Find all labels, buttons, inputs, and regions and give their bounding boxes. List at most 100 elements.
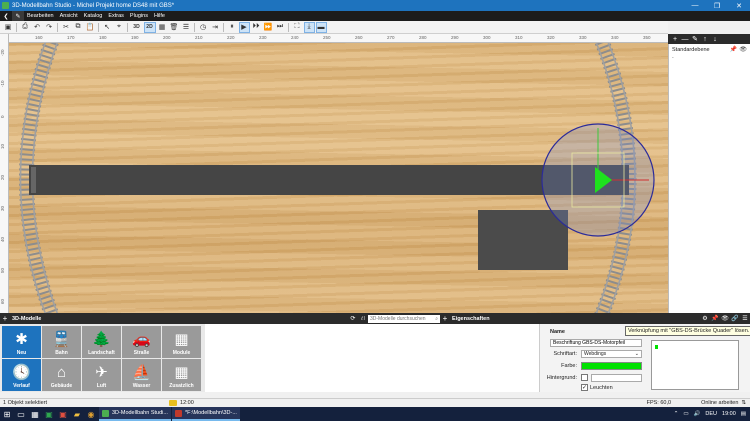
pin-icon[interactable]: 📌 [730,46,737,53]
folder-icon[interactable]: ▰ [70,407,84,421]
layers-icon[interactable]: ☰ [181,22,192,33]
input-language[interactable]: DEU [705,411,717,417]
color-label: Farbe: [561,363,577,369]
track-icon[interactable]: ▬ [315,21,327,33]
name-input[interactable] [550,339,642,347]
link-icon[interactable]: 🔗 [730,315,740,322]
menu-katalog[interactable]: Katalog [81,13,106,19]
category-zusatzlich[interactable]: ▦ Zusatzlich [162,359,201,391]
track-plan [19,43,655,313]
dock-header: + 3D-Modelle ⟳ ⛙ 3D-Modelle durchsuchen … [0,313,750,324]
category-luft[interactable]: ✈ Luft [82,359,121,391]
pause-icon[interactable]: ⏸ [227,22,238,33]
block-object[interactable] [478,210,568,270]
menu-extras[interactable]: Extras [105,13,127,19]
back-arrow-icon[interactable]: ❮ [0,11,12,21]
model-library-list[interactable] [205,324,539,392]
view-3d-button[interactable]: 3D [131,22,143,33]
cut-icon[interactable]: ✂ [61,22,72,33]
background-color-input[interactable] [591,374,642,382]
title-bar: 3D-Modellbahn Studio - Michel Projekt ho… [0,0,750,11]
play-icon[interactable]: ▶ [238,21,250,33]
ruler-top-label: 260 [355,35,363,40]
eye-icon[interactable]: 👁 [720,315,730,322]
category-verlauf[interactable]: 🕓 Verlauf [2,359,41,391]
remove-layer-icon[interactable]: — [680,36,690,43]
category-strasse[interactable]: 🚗 Straße [122,326,161,358]
task-modellbahn-folder[interactable]: *F:\Modellbahn\3D-... [171,407,240,421]
layer-row[interactable]: Standardebene 📌 👁 [672,46,747,54]
selection-gizmo[interactable] [541,123,655,237]
view-2d-button[interactable]: 2D [143,21,156,33]
chrome-icon[interactable]: ◉ [84,407,98,421]
notifications-icon[interactable]: ▤ [741,411,746,417]
add-layer-icon[interactable]: + [670,36,680,43]
category-gebaeude[interactable]: ⌂ Gebäude [42,359,81,391]
time-arrow-icon[interactable]: ⇥ [210,22,221,33]
cursor-icon[interactable]: ⌖ [114,22,125,33]
print-icon[interactable]: ⎙ [20,22,31,33]
trash-icon[interactable]: 🗑 [169,22,180,33]
add-icon[interactable]: + [0,314,10,323]
font-select[interactable]: Webdings ⌄ [581,350,642,358]
ruler-top-label: 200 [163,35,171,40]
models-search-input[interactable]: 3D-Modelle durchsuchen ⌕ [368,314,440,323]
minimize-button[interactable]: — [684,0,706,11]
move-down-icon[interactable]: ↓ [710,36,720,43]
clock-icon[interactable]: ◷ [198,22,209,33]
menu-plugins[interactable]: Plugins [127,13,151,19]
windows-start-icon[interactable]: ⊞ [0,407,14,421]
category-landschaft[interactable]: 🌲 Landschaft [82,326,121,358]
taskbar-clock[interactable]: 19:00 [722,411,736,417]
task-view-icon[interactable]: ▭ [14,407,28,421]
network-icon[interactable]: ▭ [683,411,688,417]
photos-icon[interactable]: ▣ [56,407,70,421]
menu-bearbeiten[interactable]: Bearbeiten [24,13,57,19]
task-modellbahn-studio[interactable]: 3D-Modellbahn Studi... [99,407,171,421]
background-checkbox[interactable] [581,374,588,381]
menu-hilfe[interactable]: Hilfe [151,13,168,19]
skip-end-icon[interactable]: ⏭ [275,22,286,33]
system-tray: ⌃ ▭ 🔊 DEU 19:00 ▤ [674,411,750,417]
download-icon[interactable]: ⤓ [303,21,315,33]
bridge-end-cap [31,167,36,193]
bridge-beam[interactable] [29,165,629,195]
category-wasser[interactable]: ⛵ Wasser [122,359,161,391]
save-icon[interactable]: ▣ [3,22,14,33]
settings-gear-icon[interactable]: ⚙ [700,315,710,322]
pointer-icon[interactable]: ↖ [102,22,113,33]
edit-layer-icon[interactable]: ✎ [690,35,700,43]
tray-chevron-icon[interactable]: ⌃ [674,411,679,417]
category-neu[interactable]: ✱ Neu [2,326,41,358]
fast-forward-icon[interactable]: ⏵⏵ [251,22,262,33]
pin-icon[interactable]: 📌 [710,315,720,322]
tree-icon[interactable]: ⛙ [358,315,368,323]
color-swatch[interactable] [581,362,642,370]
move-up-icon[interactable]: ↑ [700,36,710,43]
menu-icon[interactable]: ☰ [740,315,750,322]
maximize-button[interactable]: ❐ [706,0,728,11]
excel-icon[interactable]: ▣ [42,407,56,421]
refresh-icon[interactable]: ⟳ [348,315,358,322]
edit-pencil-icon[interactable]: ✎ [12,11,24,21]
close-button[interactable]: ✕ [728,0,750,11]
redo-icon[interactable]: ↷ [44,22,55,33]
glow-checkbox[interactable]: ✓ [581,384,588,391]
menu-ansicht[interactable]: Ansicht [57,13,81,19]
eye-icon[interactable]: 👁 [739,46,747,53]
paste-icon[interactable]: 📋 [85,22,96,33]
ruler-left-label: 20 [0,174,5,180]
layout-canvas[interactable] [9,43,668,313]
grid-icon[interactable]: ▦ [157,22,168,33]
volume-icon[interactable]: 🔊 [694,411,701,417]
category-bahn[interactable]: 🚆 Bahn [42,326,81,358]
add-property-icon[interactable]: + [440,314,450,323]
category-module[interactable]: ▦ Module [162,326,201,358]
copy-icon[interactable]: ⧉ [73,22,84,33]
fast-forward-2-icon[interactable]: ⏩ [263,22,274,33]
search-icon: ⌕ [435,315,438,322]
camera-fit-icon[interactable]: ⛶ [292,22,303,33]
calculator-icon[interactable]: ▦ [28,407,42,421]
text-preview [651,340,739,390]
undo-icon[interactable]: ↶ [32,22,43,33]
